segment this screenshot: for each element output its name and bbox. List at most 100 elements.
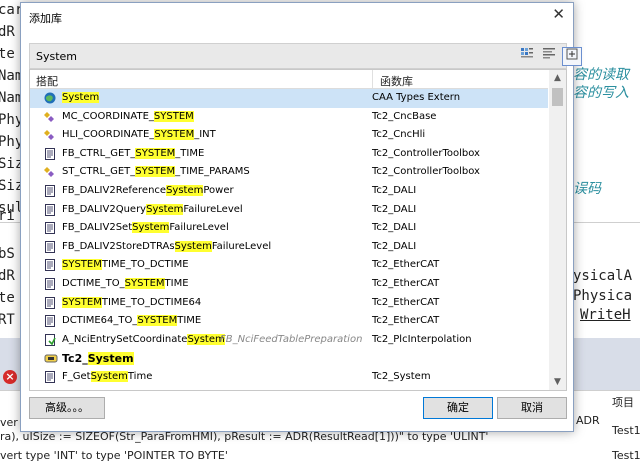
match-highlight: SYSTEM	[124, 277, 165, 289]
match-highlight: System	[146, 203, 184, 215]
fb-icon	[44, 259, 56, 272]
list-view-icon[interactable]	[540, 47, 558, 64]
column-divider[interactable]	[372, 70, 373, 88]
error-icon[interactable]: ×	[3, 370, 17, 384]
advanced-button[interactable]: 高级。。。	[29, 397, 105, 419]
scroll-thumb[interactable]	[552, 88, 563, 106]
match-highlight: SYSTEM	[153, 110, 194, 122]
vertical-scrollbar[interactable]: ▲ ▼	[549, 70, 566, 390]
fb-icon	[44, 147, 56, 160]
close-icon[interactable]: ✕	[552, 5, 565, 23]
list-item[interactable]: A_NciEntrySetCoordinateSystem FB_NciFeedT…	[30, 331, 548, 350]
grid-view-icon[interactable]	[518, 47, 536, 64]
item-name-prefix: HLI_COORDINATE_	[62, 129, 155, 141]
item-name-suffix: TIME_TO_DCTIME	[101, 259, 189, 271]
list-item[interactable]: DCTIME_TO_SYSTEMTIME Tc2_EtherCAT	[30, 275, 548, 294]
item-library: Tc2_DALI	[372, 203, 417, 215]
list-item[interactable]: F_GetSystemTime Tc2_System	[30, 368, 548, 387]
list-item[interactable]: Tc2_System	[30, 349, 548, 368]
scroll-up-icon[interactable]: ▲	[549, 70, 566, 86]
list-item[interactable]: SYSTEMTIME_TO_DCTIME64 Tc2_EtherCAT	[30, 294, 548, 313]
project-cell: Test1	[612, 424, 640, 437]
action-icon	[44, 333, 56, 346]
globe-icon	[44, 92, 56, 104]
item-name-suffix: Time	[127, 370, 153, 382]
list-item[interactable]: SYSTEMTIME_TO_DCTIME Tc2_EtherCAT	[30, 256, 548, 275]
code-line: ri	[0, 208, 15, 224]
match-column-header[interactable]: 搭配	[36, 73, 58, 89]
item-name-suffix: _TIME	[175, 147, 205, 159]
code-comment: 容的写入	[573, 85, 629, 101]
item-name: FB_DALIV2ReferenceSystemPower	[62, 184, 234, 196]
item-name-prefix: FB_CTRL_GET_	[62, 147, 136, 159]
search-input[interactable]	[34, 47, 478, 65]
list-item[interactable]: FB_DALIV2SetSystemFailureLevel Tc2_DALI	[30, 219, 548, 238]
cancel-button[interactable]: 取消	[497, 397, 567, 419]
item-name: SYSTEMTIME_TO_DCTIME64	[62, 296, 202, 308]
match-highlight: SYSTEM	[137, 315, 178, 327]
item-name-prefix: FB_DALIV2Set	[62, 222, 133, 234]
project-cell: Test1	[612, 449, 640, 461]
item-name: HLI_COORDINATE_SYSTEM_INT	[62, 129, 216, 141]
list-item[interactable]: FB_DALIV2ReferenceSystemPower Tc2_DALI	[30, 182, 548, 201]
match-highlight: System	[90, 370, 128, 382]
code-line: dR	[0, 268, 15, 284]
item-name-suffix: TIME	[177, 315, 202, 327]
code-line: RT	[0, 312, 15, 328]
code-comment: 误码	[573, 181, 601, 197]
code-comment: 容的读取	[573, 67, 629, 83]
item-name: FB_CTRL_GET_SYSTEM_TIME	[62, 147, 205, 159]
ok-button[interactable]: 确定	[423, 397, 493, 419]
struct-icon	[44, 129, 56, 141]
fb-icon	[44, 296, 56, 309]
list-item[interactable]: FB_DALIV2QuerySystemFailureLevel Tc2_DALI	[30, 201, 548, 220]
item-library: Tc2_EtherCAT	[372, 315, 440, 327]
item-name-prefix: DCTIME_TO_	[62, 277, 125, 289]
list-item[interactable]: MC_COORDINATE_SYSTEM Tc2_CncBase	[30, 108, 548, 127]
fb-icon	[44, 184, 56, 197]
match-highlight: System	[166, 184, 204, 196]
error-line[interactable]: vert type 'INT' to type 'POINTER TO BYTE…	[0, 449, 228, 461]
library-column-header[interactable]: 函数库	[380, 73, 413, 89]
scroll-down-icon[interactable]: ▼	[549, 374, 566, 390]
match-highlight: System	[132, 222, 170, 234]
match-highlight: System	[62, 92, 100, 103]
item-name-suffix: FailureLevel	[183, 203, 243, 215]
item-name: Tc2_System	[62, 352, 134, 366]
list-item[interactable]: ST_CTRL_GET_SYSTEM_TIME_PARAMS Tc2_Contro…	[30, 163, 548, 182]
item-name-prefix: A_NciEntrySetCoordinate	[62, 333, 188, 345]
code-line: dR	[0, 24, 15, 40]
item-name: DCTIME64_TO_SYSTEMTIME	[62, 315, 202, 327]
match-highlight: SYSTEM	[135, 147, 176, 159]
expand-all-icon[interactable]	[562, 47, 582, 66]
code-line: ysicalA	[573, 268, 633, 284]
list-header: 搭配 函数库	[30, 70, 548, 89]
fb-icon	[44, 315, 56, 328]
item-name-suffix: TIME_TO_DCTIME64	[101, 296, 202, 308]
code-line: bS	[0, 246, 15, 262]
list-item[interactable]: System CAA Types Extern	[30, 89, 548, 108]
match-highlight: SYSTEM	[135, 166, 176, 178]
item-library: Tc2_EtherCAT	[372, 277, 440, 289]
item-name: FB_DALIV2SetSystemFailureLevel	[62, 222, 229, 234]
code-line: WriteH	[580, 307, 631, 323]
list-item[interactable]: HLI_COORDINATE_SYSTEM_INT Tc2_CncHli	[30, 126, 548, 145]
project-column-header[interactable]: 项目	[612, 394, 634, 410]
item-name: A_NciEntrySetCoordinateSystem	[62, 333, 225, 345]
item-library: Tc2_CncHli	[372, 129, 426, 141]
struct-icon	[44, 166, 56, 178]
item-name-prefix: FB_DALIV2StoreDTRAs	[62, 240, 175, 252]
item-name-prefix: FB_DALIV2Reference	[62, 184, 167, 196]
fb-icon	[44, 370, 56, 383]
item-library: CAA Types Extern	[372, 92, 461, 103]
list-item[interactable]: DCTIME64_TO_SYSTEMTIME Tc2_EtherCAT	[30, 312, 548, 331]
item-name-prefix: ST_CTRL_GET_	[62, 166, 136, 178]
item-name-prefix: FB_DALIV2Query	[62, 203, 147, 215]
match-highlight: System	[87, 352, 134, 366]
list-item[interactable]: FB_DALIV2StoreDTRAsSystemFailureLevel Tc2…	[30, 238, 548, 257]
fb-icon	[44, 222, 56, 235]
dialog-title: 添加库	[29, 12, 62, 25]
list-item[interactable]: FB_CTRL_GET_SYSTEM_TIME Tc2_ControllerToo…	[30, 145, 548, 164]
item-name: SYSTEMTIME_TO_DCTIME	[62, 259, 189, 271]
item-name-prefix: MC_COORDINATE_	[62, 110, 154, 122]
